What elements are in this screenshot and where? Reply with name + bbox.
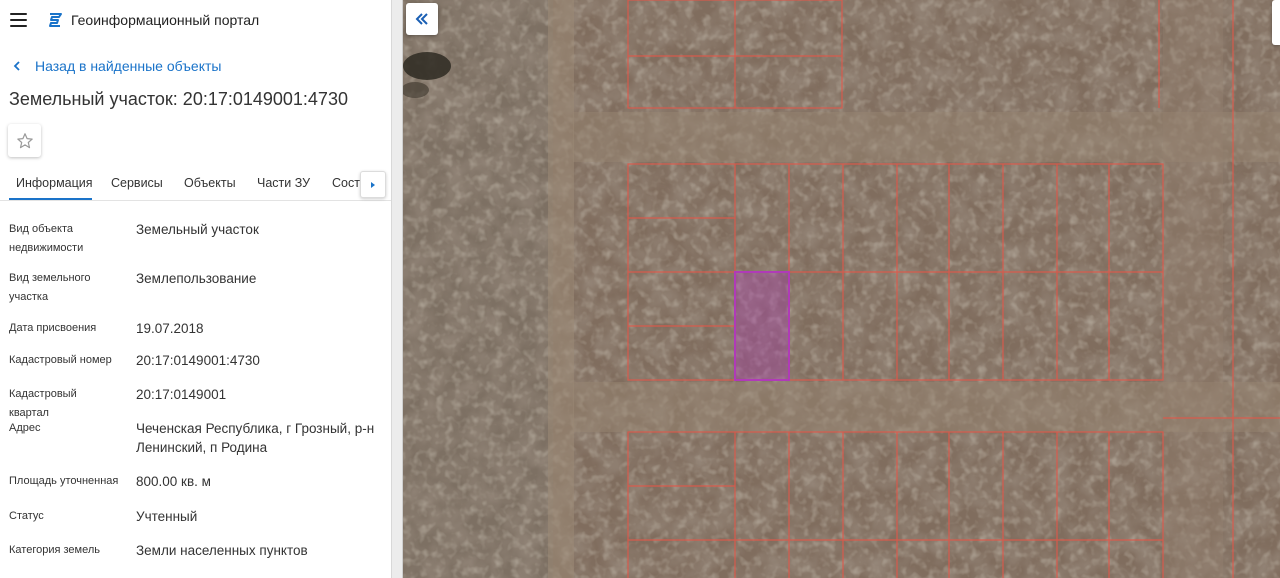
property-value: Учтенный [136, 509, 198, 524]
property-value: 800.00 кв. м [136, 474, 211, 489]
tab-info[interactable]: Информация [16, 176, 93, 190]
tab-objects[interactable]: Объекты [184, 176, 236, 190]
star-icon [16, 132, 33, 148]
app-title: Геоинформационный портал [71, 12, 260, 28]
tab-services[interactable]: Сервисы [111, 176, 163, 190]
property-label: Статус [9, 510, 44, 522]
tab-bar: Информация Сервисы Объекты Части ЗУ Сост… [0, 166, 391, 201]
property-label: Кадастровый номер [9, 354, 112, 366]
satellite-map [403, 0, 1280, 578]
property-label: Вид земельного участка [9, 272, 91, 303]
portal-logo-icon[interactable] [46, 11, 64, 29]
property-label: Кадастровый квартал [9, 388, 77, 419]
header-bar: Геоинформационный портал [0, 0, 391, 40]
tabs-scroll-button[interactable] [360, 171, 386, 198]
property-label: Категория земель [9, 544, 100, 556]
double-chevron-left-icon [415, 13, 428, 25]
property-value: 20:17:0149001:4730 [136, 353, 260, 368]
favorite-button[interactable] [8, 124, 41, 157]
info-panel: Геоинформационный портал Назад в найденн… [0, 0, 391, 578]
property-value: 19.07.2018 [136, 321, 204, 336]
collapse-panel-button[interactable] [406, 3, 438, 35]
map-controls-edge[interactable] [1272, 0, 1280, 45]
property-label: Площадь уточненная [9, 475, 119, 487]
selected-parcel[interactable] [734, 271, 790, 381]
panel-resize-handle[interactable] [391, 0, 403, 578]
chevron-left-icon [13, 61, 20, 71]
active-tab-indicator [9, 198, 92, 200]
page-title: Земельный участок: 20:17:0149001:4730 [9, 89, 348, 109]
back-link[interactable]: Назад в найденные объекты [12, 57, 221, 75]
property-value: 20:17:0149001 [136, 387, 227, 402]
property-value: Земли населенных пунктов [136, 543, 308, 558]
property-label: Дата присвоения [9, 322, 97, 334]
property-value: Чеченская Республика, г Грозный, р-н Лен… [136, 421, 375, 455]
tab-parts[interactable]: Части ЗУ [257, 176, 310, 190]
back-link-label: Назад в найденные объекты [35, 58, 222, 74]
chevron-right-icon [371, 181, 375, 188]
menu-icon[interactable] [10, 13, 27, 27]
property-label: Адрес [9, 422, 41, 434]
property-label: Вид объекта недвижимости [9, 223, 84, 254]
property-value: Землепользование [136, 271, 257, 286]
property-value: Земельный участок [136, 222, 259, 237]
map-view[interactable] [403, 0, 1280, 578]
